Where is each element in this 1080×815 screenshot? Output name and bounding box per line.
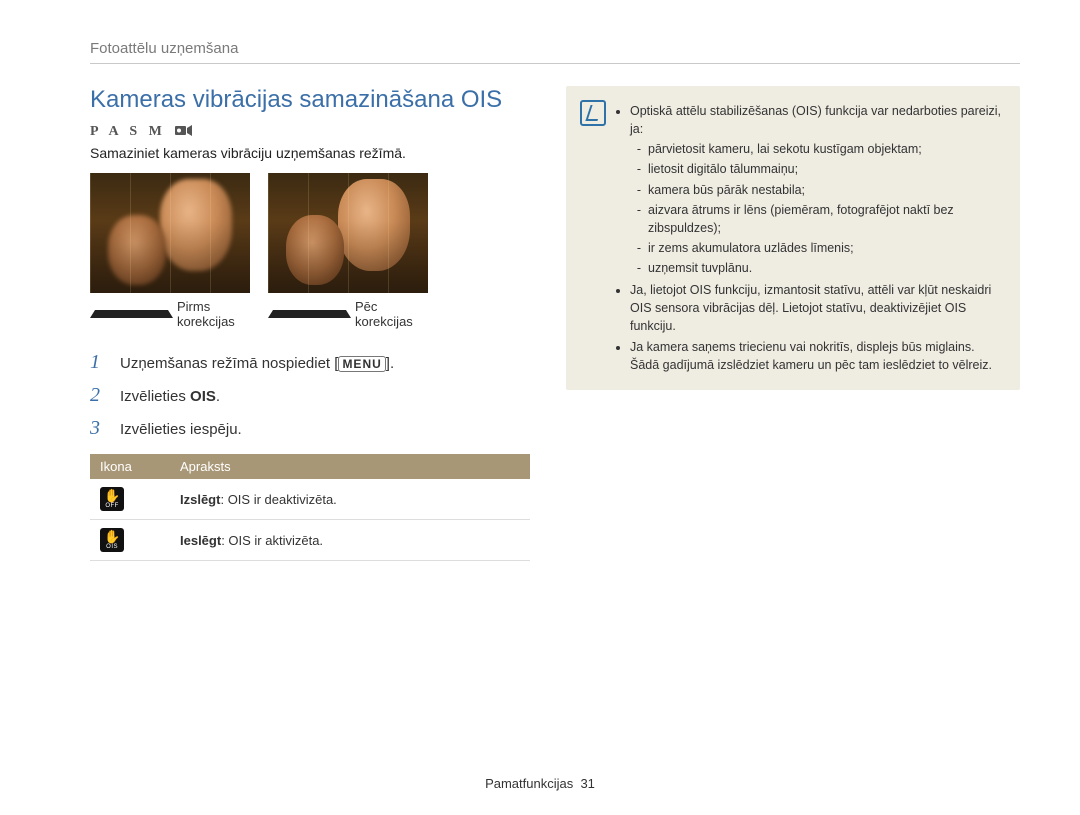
triangle-icon xyxy=(90,310,173,318)
mode-indicator: P A S M xyxy=(90,124,530,141)
note-sub: uzņemsit tuvplānu. xyxy=(648,259,1004,277)
table-row: ✋OFF Izslēgt: OIS ir deaktivizēta. xyxy=(90,479,530,520)
note-bullet: Ja, lietojot OIS funkciju, izmantosit st… xyxy=(630,281,1004,335)
note-sub: pārvietosit kameru, lai sekotu kustīgam … xyxy=(648,140,1004,158)
step-2: 2 Izvēlieties OIS. xyxy=(90,384,530,407)
note-sub: lietosit digitālo tālummaiņu; xyxy=(648,160,1004,178)
th-desc: Apraksts xyxy=(170,454,530,479)
table-row: ✋OIS Ieslēgt: OIS ir aktivizēta. xyxy=(90,520,530,561)
breadcrumb: Fotoattēlu uzņemšana xyxy=(90,40,1020,64)
note-sub: kamera būs pārāk nestabila; xyxy=(648,181,1004,199)
th-icon: Ikona xyxy=(90,454,170,479)
note-sub: aizvara ātrums ir lēns (piemēram, fotogr… xyxy=(648,201,1004,237)
video-icon xyxy=(175,125,193,141)
page-title: Kameras vibrācijas samazināšana OIS xyxy=(90,86,530,114)
thumbnail-before xyxy=(90,173,250,293)
menu-button-label: MENU xyxy=(338,356,385,372)
page-footer: Pamatfunkcijas 31 xyxy=(0,776,1080,791)
caption-before: Pirms korekcijas xyxy=(90,299,250,329)
caption-after: Pēc korekcijas xyxy=(268,299,428,329)
note-lead: Optiskā attēlu stabilizēšanas (OIS) funk… xyxy=(630,104,1001,136)
note-sub: ir zems akumulatora uzlādes līmenis; xyxy=(648,239,1004,257)
note-icon xyxy=(580,100,606,126)
note-box: Optiskā attēlu stabilizēšanas (OIS) funk… xyxy=(566,86,1020,390)
triangle-icon xyxy=(268,310,351,318)
options-table: Ikona Apraksts ✋OFF Izslēgt: OIS ir deak… xyxy=(90,454,530,561)
ois-off-icon: ✋OFF xyxy=(100,487,124,511)
note-bullet: Ja kamera saņems triecienu vai nokritīs,… xyxy=(630,338,1004,374)
intro-text: Samaziniet kameras vibrāciju uzņemšanas … xyxy=(90,145,530,161)
thumbnail-after xyxy=(268,173,428,293)
ois-on-icon: ✋OIS xyxy=(100,528,124,552)
step-3: 3 Izvēlieties iespēju. xyxy=(90,417,530,440)
step-1: 1 Uzņemšanas režīmā nospiediet [MENU]. xyxy=(90,351,530,374)
